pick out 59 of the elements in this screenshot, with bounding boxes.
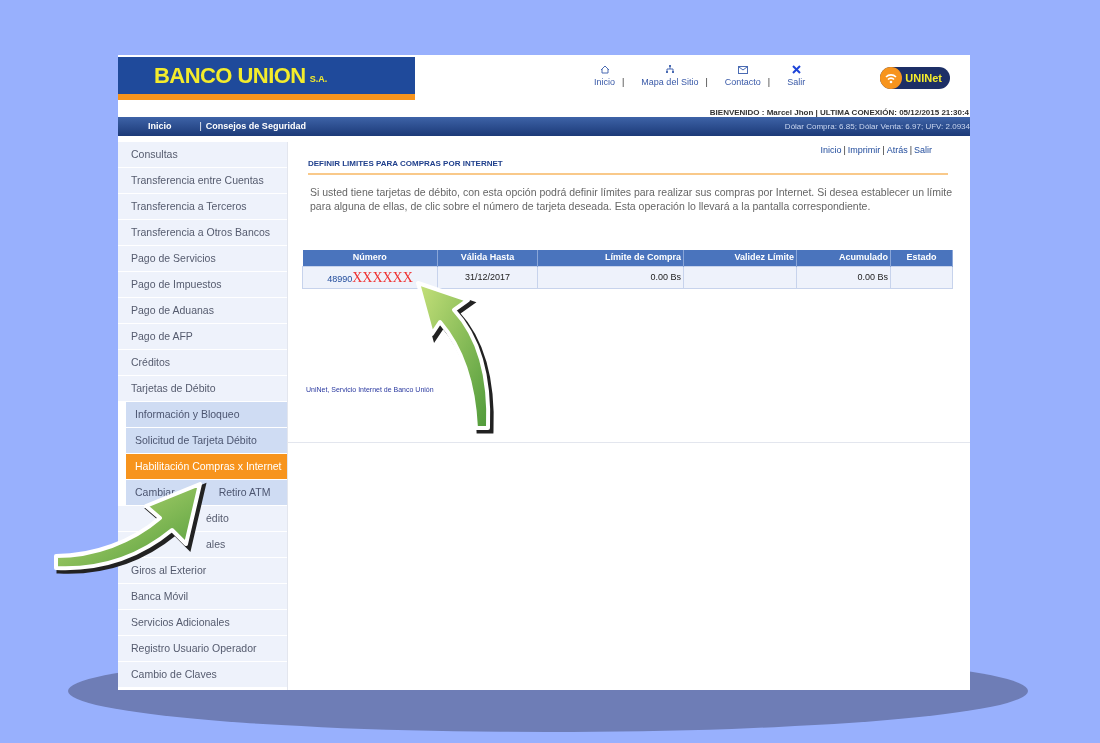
submenu-item[interactable]: Solicitud de Tarjeta Débito [126, 428, 287, 454]
menu-label: Retiro ATM [218, 484, 271, 500]
menu-item[interactable]: Créditos [118, 350, 287, 376]
column-header: Válida Hasta [437, 249, 538, 267]
separator: | [767, 76, 771, 89]
separator: | [882, 144, 885, 157]
menu-item[interactable]: Cambio de Claves [118, 662, 287, 688]
menu-bar-link[interactable]: Consejos de Seguridad [205, 119, 306, 134]
nav-link[interactable]: Salir [784, 65, 809, 90]
menu-item[interactable]: Pago de Servicios [118, 246, 287, 272]
menu-item[interactable]: Servicios Adicionales [118, 610, 287, 636]
nav-link[interactable]: Contacto [721, 66, 764, 90]
separator: | [843, 144, 846, 157]
card-number-link[interactable]: 48990XXXXXX [327, 274, 413, 284]
page-link[interactable]: Imprimir [847, 144, 881, 158]
menu-item[interactable]: Transferencia a Terceros [118, 194, 287, 220]
column-header: Límite de Compra [537, 249, 684, 267]
menu-bar-link[interactable]: Inicio [148, 119, 172, 134]
column-header: Validez Límite [683, 249, 797, 267]
table-cell: 0.00 Bs [537, 266, 684, 289]
logo-suffix: S.A. [309, 72, 328, 86]
page-title: DEFINIR LIMITES PARA COMPRAS POR INTERNET [308, 157, 948, 175]
column-header: Acumulado [796, 249, 891, 267]
brand-text: UNINet [905, 70, 942, 86]
separator: | [705, 76, 708, 89]
table-cell: 31/12/2017 [437, 266, 538, 289]
column-header: Número [302, 249, 438, 267]
mail-icon [737, 66, 748, 74]
nav-link[interactable]: Inicio [591, 65, 618, 90]
menu-item[interactable]: Tarjetas de Débito [118, 376, 287, 402]
separator: | [909, 144, 912, 157]
page-link[interactable]: Salir [914, 144, 932, 158]
menu-item[interactable]: Transferencia a Otros Bancos [118, 220, 287, 246]
menu-label: Cambiar [135, 484, 175, 500]
menu-item[interactable]: Registro Usuario Operador [118, 636, 287, 662]
logo-text: BANCO UNION [154, 62, 306, 90]
exchange-rates: Dólar Compra: 6.85; Dólar Venta: 6.97; UFV: 2.0934 [784, 120, 970, 133]
description-text: Si usted tiene tarjetas de débito, con esta opción podrá definir límites para realizar sus compras por Internet. Si desea establecer un límite para alguna de ellas, de clic sobre el número de tarjeta deseada. Esta operación lo llevará a la pantalla correspondiente. [310, 184, 953, 213]
bank-logo[interactable]: BANCO UNION S.A. [118, 57, 415, 100]
submenu-item[interactable]: Información y Bloqueo [126, 402, 287, 428]
close-icon [791, 65, 801, 74]
menu-item[interactable]: Giros al Exterior [118, 558, 287, 584]
nav-link[interactable]: Mapa del Sitio [638, 65, 702, 90]
page-link[interactable]: Atrás [886, 144, 908, 158]
sitemap-icon [664, 65, 675, 74]
menu-item[interactable]: Consultas [118, 142, 287, 168]
wifi-icon [880, 67, 903, 89]
separator: | [199, 119, 202, 133]
menu-item[interactable]: Transferencia entre Cuentas [118, 168, 287, 194]
page-link[interactable]: Inicio [820, 144, 842, 158]
menu-item[interactable]: Pago de AFP [118, 324, 287, 350]
column-header: Estado [890, 249, 953, 267]
welcome-text: BIENVENIDO : Marcel Jhon | ULTIMA CONEXIÓN: 05/12/2015 21:30:4 [709, 107, 969, 117]
table-cell: 0.00 Bs [796, 266, 891, 289]
menu-item[interactable]: Banca Móvil [118, 584, 287, 610]
home-icon [599, 65, 610, 74]
separator: | [622, 76, 625, 89]
menu-item[interactable]: Pago de Impuestos [118, 272, 287, 298]
menu-item[interactable]: Pago de Aduanas [118, 298, 287, 324]
